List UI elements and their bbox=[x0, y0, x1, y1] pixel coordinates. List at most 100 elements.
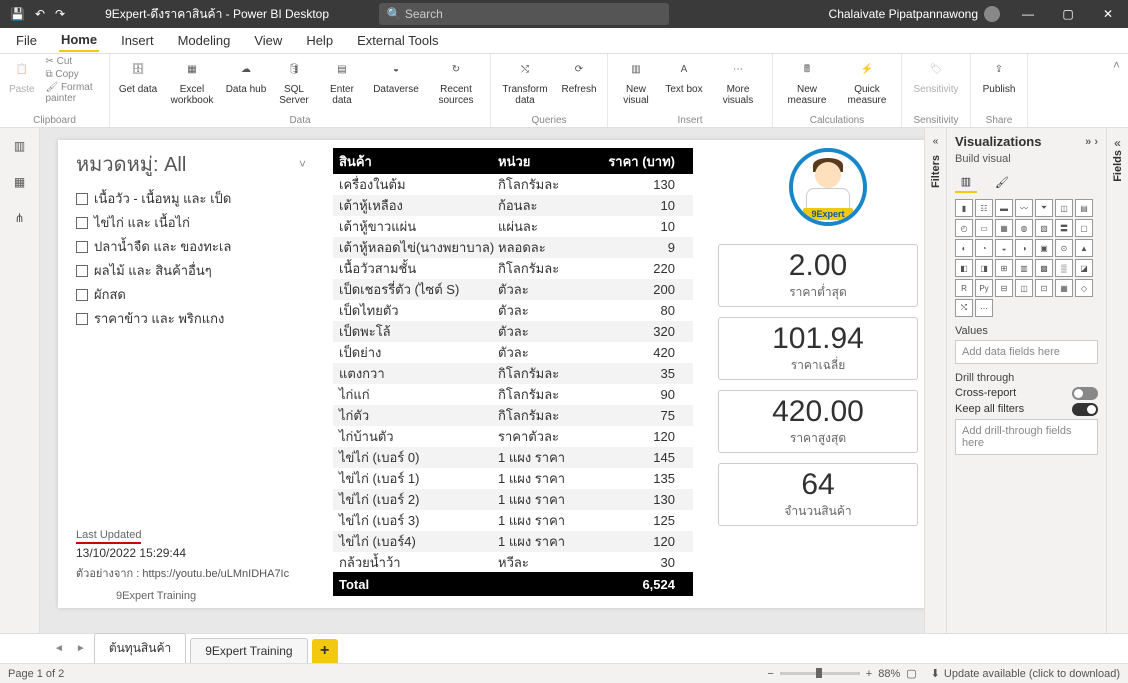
viz-expand-icon[interactable]: » › bbox=[1085, 136, 1098, 148]
viz-type-24[interactable]: ▥ bbox=[1015, 259, 1033, 277]
viz-type-21[interactable]: ◧ bbox=[955, 259, 973, 277]
viz-type-32[interactable]: ⊡ bbox=[1035, 279, 1053, 297]
text-box-button[interactable]: AText box bbox=[662, 56, 706, 95]
table-row[interactable]: ไข่ไก่ (เบอร์ 2)1 แผง ราคา130 bbox=[333, 489, 693, 510]
fit-page-icon[interactable]: ▢ bbox=[906, 667, 916, 680]
viz-type-10[interactable]: ◍ bbox=[1015, 219, 1033, 237]
menu-modeling[interactable]: Modeling bbox=[176, 30, 233, 51]
slicer-option-5[interactable]: ราคาข้าว และ พริกแกง bbox=[76, 308, 306, 329]
viz-type-28[interactable]: R bbox=[955, 279, 973, 297]
menu-file[interactable]: File bbox=[14, 30, 39, 51]
save-icon[interactable]: 💾 bbox=[10, 7, 25, 21]
new-measure-button[interactable]: 🖩New measure bbox=[779, 56, 835, 106]
enter-data-button[interactable]: ▤Enter data bbox=[320, 56, 364, 106]
col-product[interactable]: สินค้า bbox=[333, 151, 498, 172]
copy-button[interactable]: ⧉ Copy bbox=[45, 69, 103, 80]
slicer-option-3[interactable]: ผลไม้ และ สินค้าอื่นๆ bbox=[76, 260, 306, 281]
report-view-icon[interactable]: ▥ bbox=[10, 136, 30, 156]
table-row[interactable]: เป็ดย่างตัวละ420 bbox=[333, 342, 693, 363]
checkbox-icon[interactable] bbox=[76, 289, 88, 301]
menu-home[interactable]: Home bbox=[59, 29, 99, 52]
filters-collapse-icon[interactable]: « bbox=[933, 136, 939, 147]
refresh-button[interactable]: ⟳Refresh bbox=[557, 56, 601, 95]
drill-dropzone[interactable]: Add drill-through fields here bbox=[955, 419, 1098, 455]
viz-type-16[interactable]: ◒ bbox=[995, 239, 1013, 257]
page-tab-1[interactable]: ต้นทุนสินค้า bbox=[94, 633, 186, 663]
col-unit[interactable]: หน่วย bbox=[498, 151, 598, 172]
table-row[interactable]: ไก่แก่กิโลกรัมละ90 bbox=[333, 384, 693, 405]
table-row[interactable]: เต้าหู้ขาวแผ่นแผ่นละ10 bbox=[333, 216, 693, 237]
slicer-option-1[interactable]: ไข่ไก่ และ เนื้อไก่ bbox=[76, 212, 306, 233]
sql-server-button[interactable]: 🛢SQL Server bbox=[272, 56, 316, 106]
build-tab[interactable]: ▥ bbox=[955, 171, 977, 193]
more-visuals-button[interactable]: ⋯More visuals bbox=[710, 56, 766, 106]
redo-icon[interactable]: ↷ bbox=[55, 7, 65, 21]
viz-type-11[interactable]: ▧ bbox=[1035, 219, 1053, 237]
checkbox-icon[interactable] bbox=[76, 217, 88, 229]
slicer-option-2[interactable]: ปลาน้ำจืด และ ของทะเล bbox=[76, 236, 306, 257]
checkbox-icon[interactable] bbox=[76, 193, 88, 205]
viz-type-19[interactable]: ⊙ bbox=[1055, 239, 1073, 257]
fields-collapse-icon[interactable]: « bbox=[1114, 136, 1121, 150]
kpi-card-2[interactable]: 420.00ราคาสูงสุด bbox=[718, 390, 918, 453]
table-row[interactable]: ไก่บ้านตัวราคาตัวละ120 bbox=[333, 426, 693, 447]
kpi-card-0[interactable]: 2.00ราคาต่ำสุด bbox=[718, 244, 918, 307]
get-data-button[interactable]: 🗄Get data bbox=[116, 56, 160, 95]
user-account[interactable]: Chalaivate Pipatpannawong bbox=[829, 6, 1000, 22]
viz-type-20[interactable]: ▲ bbox=[1075, 239, 1093, 257]
publish-button[interactable]: ⇪Publish bbox=[977, 56, 1021, 95]
viz-type-6[interactable]: ▤ bbox=[1075, 199, 1093, 217]
filters-title[interactable]: Filters bbox=[930, 155, 942, 188]
values-dropzone[interactable]: Add data fields here bbox=[955, 340, 1098, 364]
kpi-card-3[interactable]: 64จำนวนสินค้า bbox=[718, 463, 918, 526]
viz-type-7[interactable]: ◴ bbox=[955, 219, 973, 237]
update-available[interactable]: ⬇ Update available (click to download) bbox=[931, 667, 1120, 680]
ribbon-collapse-icon[interactable]: ˄ bbox=[1105, 54, 1128, 127]
menu-external[interactable]: External Tools bbox=[355, 30, 440, 51]
undo-icon[interactable]: ↶ bbox=[35, 7, 45, 21]
category-slicer[interactable]: หมวดหมู่: All˅ เนื้อวัว - เนื้อหมู และ เ… bbox=[76, 148, 306, 332]
keep-filters-toggle[interactable] bbox=[1072, 403, 1098, 416]
cut-button[interactable]: ✂ Cut bbox=[45, 56, 103, 67]
chevron-down-icon[interactable]: ˅ bbox=[299, 157, 306, 171]
menu-insert[interactable]: Insert bbox=[119, 30, 156, 51]
format-painter-button[interactable]: 🖌 Format painter bbox=[45, 82, 103, 104]
data-hub-button[interactable]: ☁Data hub bbox=[224, 56, 268, 95]
data-view-icon[interactable]: ▦ bbox=[10, 172, 30, 192]
minimize-button[interactable]: ― bbox=[1008, 0, 1048, 28]
table-row[interactable]: เป็ดเชอรรี่ตัว (ไซต์ S)ตัวละ200 bbox=[333, 279, 693, 300]
cross-report-toggle[interactable] bbox=[1072, 387, 1098, 400]
table-row[interactable]: เต้าหู้เหลืองก้อนละ10 bbox=[333, 195, 693, 216]
fields-title[interactable]: Fields bbox=[1112, 150, 1124, 182]
add-page-button[interactable]: + bbox=[312, 639, 338, 663]
viz-type-9[interactable]: ▦ bbox=[995, 219, 1013, 237]
table-row[interactable]: ไข่ไก่ (เบอร์4)1 แผง ราคา120 bbox=[333, 531, 693, 552]
viz-type-13[interactable]: ▢ bbox=[1075, 219, 1093, 237]
format-tab[interactable]: 🖌 bbox=[991, 171, 1013, 193]
viz-type-26[interactable]: ▒ bbox=[1055, 259, 1073, 277]
viz-type-8[interactable]: ▭ bbox=[975, 219, 993, 237]
viz-type-30[interactable]: ⊟ bbox=[995, 279, 1013, 297]
model-view-icon[interactable]: ⋔ bbox=[10, 208, 30, 228]
table-row[interactable]: เครื่องในต้มกิโลกรัมละ130 bbox=[333, 174, 693, 195]
quick-measure-button[interactable]: ⚡Quick measure bbox=[839, 56, 895, 106]
viz-type-5[interactable]: ◫ bbox=[1055, 199, 1073, 217]
checkbox-icon[interactable] bbox=[76, 265, 88, 277]
tab-prev-icon[interactable]: ◄ bbox=[54, 643, 64, 654]
recent-sources-button[interactable]: ↻Recent sources bbox=[428, 56, 484, 106]
viz-type-18[interactable]: ▣ bbox=[1035, 239, 1053, 257]
close-button[interactable]: ✕ bbox=[1088, 0, 1128, 28]
slicer-option-0[interactable]: เนื้อวัว - เนื้อหมู และ เป็ด bbox=[76, 188, 306, 209]
kpi-card-1[interactable]: 101.94ราคาเฉลี่ย bbox=[718, 317, 918, 380]
excel-workbook-button[interactable]: ▦Excel workbook bbox=[164, 56, 220, 106]
table-row[interactable]: แตงกวากิโลกรัมละ35 bbox=[333, 363, 693, 384]
viz-type-31[interactable]: ◫ bbox=[1015, 279, 1033, 297]
table-row[interactable]: ไข่ไก่ (เบอร์ 3)1 แผง ราคา125 bbox=[333, 510, 693, 531]
zoom-slider[interactable] bbox=[780, 672, 860, 675]
viz-type-12[interactable]: 〓 bbox=[1055, 219, 1073, 237]
viz-type-15[interactable]: ◔ bbox=[975, 239, 993, 257]
table-row[interactable]: ไข่ไก่ (เบอร์ 1)1 แผง ราคา135 bbox=[333, 468, 693, 489]
viz-type-25[interactable]: ▩ bbox=[1035, 259, 1053, 277]
slicer-option-4[interactable]: ผักสด bbox=[76, 284, 306, 305]
viz-type-2[interactable]: ▬ bbox=[995, 199, 1013, 217]
